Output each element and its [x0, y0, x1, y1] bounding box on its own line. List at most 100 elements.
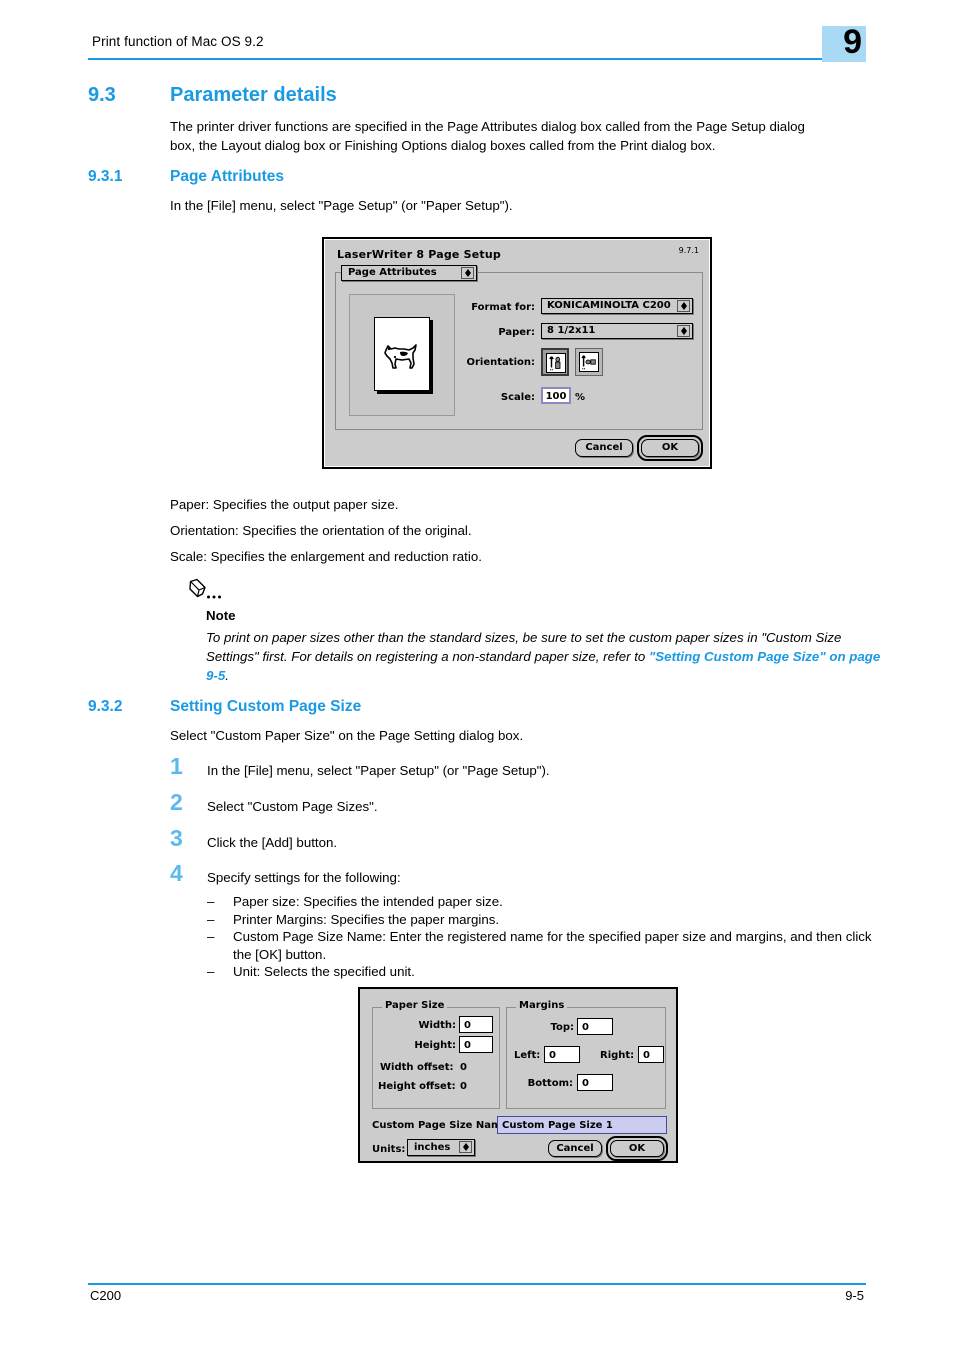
note-body-tail: . [225, 668, 229, 683]
width-input[interactable]: 0 [459, 1016, 493, 1033]
paper-label: Paper: [498, 327, 535, 338]
page-setup-cancel-button[interactable]: Cancel [575, 439, 633, 457]
units-label: Units: [372, 1144, 406, 1155]
heading-9-3-title: Parameter details [170, 84, 337, 106]
custom-page-size-dialog[interactable]: Paper Size Width: 0 Height: 0 Width offs… [358, 987, 678, 1163]
width-label: Width: [418, 1020, 456, 1031]
page-header: Print function of Mac OS 9.2 [88, 34, 866, 70]
height-label: Height: [414, 1040, 456, 1051]
running-header-title: Print function of Mac OS 9.2 [92, 34, 264, 49]
step-4-sub-list: – Paper size: Specifies the intended pap… [207, 893, 872, 981]
portrait-icon [546, 353, 566, 373]
landscape-icon [579, 352, 599, 372]
heading-9-3-2-number: 9.3.2 [88, 698, 123, 715]
sub-list-item-text: Printer Margins: Specifies the paper mar… [233, 911, 500, 927]
chevron-updown-icon [677, 300, 690, 312]
step-2-number: 2 [170, 789, 183, 815]
section-9-3-intro: The printer driver functions are specifi… [170, 117, 866, 155]
units-value: inches [414, 1142, 451, 1153]
heading-9-3-1-number: 9.3.1 [88, 168, 123, 185]
pane-popup-label: Page Attributes [348, 267, 437, 278]
bottom-margin-input[interactable]: 0 [577, 1074, 613, 1091]
page-setup-dialog[interactable]: LaserWriter 8 Page Setup 9.7.1 Page Attr… [322, 237, 712, 469]
bottom-margin-label: Bottom: [527, 1078, 573, 1089]
sub-list-item: – Printer Margins: Specifies the paper m… [207, 911, 872, 929]
sub-list-item-text: Unit: Selects the specified unit. [233, 964, 415, 979]
format-for-label: Format for: [471, 302, 535, 313]
pencil-icon [189, 578, 221, 599]
top-margin-input[interactable]: 0 [577, 1018, 613, 1035]
footer-page-number: 9-5 [845, 1288, 864, 1303]
footer-rule [88, 1283, 866, 1285]
left-margin-label: Left: [514, 1050, 541, 1061]
paper-value: 8 1/2x11 [547, 325, 596, 336]
step-2-text: Select "Custom Page Sizes". [207, 799, 378, 814]
height-offset-label: Height offset: [378, 1081, 456, 1092]
description-scale: Scale: Specifies the enlargement and red… [170, 549, 482, 564]
scale-label: Scale: [500, 392, 535, 403]
step-1-text: In the [File] menu, select "Paper Setup"… [207, 763, 550, 778]
step-3-text: Click the [Add] button. [207, 835, 338, 850]
custom-page-size-name-input[interactable]: Custom Page Size 1 [497, 1116, 667, 1134]
section-9-3-1-intro: In the [File] menu, select "Page Setup" … [170, 198, 513, 213]
paper-size-group-title: Paper Size [382, 1000, 448, 1011]
top-margin-label: Top: [550, 1022, 574, 1033]
custom-page-size-cancel-button[interactable]: Cancel [548, 1140, 602, 1157]
page-preview-sheet [374, 317, 430, 391]
dash-bullet: – [207, 964, 215, 979]
header-rule [88, 58, 866, 60]
paper-combobox[interactable]: 8 1/2x11 [541, 323, 693, 339]
chapter-number: 9 [843, 23, 862, 61]
heading-9-3-number: 9.3 [88, 84, 116, 106]
scale-unit-label: % [575, 392, 586, 403]
sub-list-item: – Paper size: Specifies the intended pap… [207, 893, 872, 911]
step-4-number: 4 [170, 860, 183, 886]
page-setup-dialog-inner: LaserWriter 8 Page Setup 9.7.1 Page Attr… [324, 239, 710, 467]
height-input[interactable]: 0 [459, 1036, 493, 1053]
step-3-number: 3 [170, 825, 183, 851]
scale-input[interactable]: 100 [541, 387, 571, 404]
heading-9-3-1-title: Page Attributes [170, 168, 284, 185]
section-9-3-intro-line2: box, the Layout dialog box or Finishing … [170, 138, 716, 153]
height-offset-value: 0 [460, 1081, 467, 1092]
page-setup-ok-button[interactable]: OK [641, 439, 699, 457]
sub-list-item: – Unit: Selects the specified unit. [207, 963, 872, 981]
heading-9-3-2-title: Setting Custom Page Size [170, 698, 362, 715]
sub-list-item-text: Custom Page Size Name: Enter the registe… [233, 929, 872, 962]
chevron-updown-icon [677, 325, 690, 337]
chevron-updown-icon [461, 267, 474, 279]
description-paper: Paper: Specifies the output paper size. [170, 497, 399, 512]
orientation-label: Orientation: [466, 357, 536, 368]
left-margin-input[interactable]: 0 [544, 1046, 580, 1063]
custom-page-size-name-label: Custom Page Size Name: [372, 1120, 513, 1131]
dog-preview-icon [384, 344, 417, 369]
units-popup-menu[interactable]: inches [407, 1139, 475, 1156]
section-9-3-intro-line1: The printer driver functions are specifi… [170, 119, 805, 134]
format-for-value: KONICAMINOLTA C200 [547, 300, 671, 311]
width-offset-value: 0 [460, 1062, 467, 1073]
sub-list-item: – Custom Page Size Name: Enter the regis… [207, 928, 872, 963]
dash-bullet: – [207, 894, 215, 909]
dash-bullet: – [207, 911, 215, 927]
pane-popup-menu[interactable]: Page Attributes [341, 265, 477, 281]
orientation-portrait-button[interactable] [541, 348, 569, 376]
step-4-text: Specify settings for the following: [207, 870, 401, 885]
note-label: Note [206, 608, 236, 623]
margins-group-title: Margins [516, 1000, 568, 1011]
document-page: Print function of Mac OS 9.2 9 9.3 Param… [0, 0, 954, 1350]
chevron-updown-icon [459, 1141, 472, 1153]
dash-bullet: – [207, 929, 215, 944]
description-orientation: Orientation: Specifies the orientation o… [170, 523, 472, 538]
right-margin-input[interactable]: 0 [638, 1046, 664, 1063]
section-9-3-2-intro: Select "Custom Paper Size" on the Page S… [170, 728, 524, 743]
right-margin-label: Right: [600, 1050, 635, 1061]
orientation-landscape-button[interactable] [575, 348, 603, 376]
page-preview-well [349, 294, 455, 416]
note-body: To print on paper sizes other than the s… [206, 628, 882, 685]
format-for-combobox[interactable]: KONICAMINOLTA C200 [541, 298, 693, 314]
page-setup-driver-version: 9.7.1 [678, 246, 699, 255]
page-setup-dialog-title: LaserWriter 8 Page Setup [337, 248, 501, 261]
custom-page-size-ok-button[interactable]: OK [610, 1140, 664, 1157]
sub-list-item-text: Paper size: Specifies the intended paper… [233, 894, 503, 909]
width-offset-label: Width offset: [380, 1062, 454, 1073]
